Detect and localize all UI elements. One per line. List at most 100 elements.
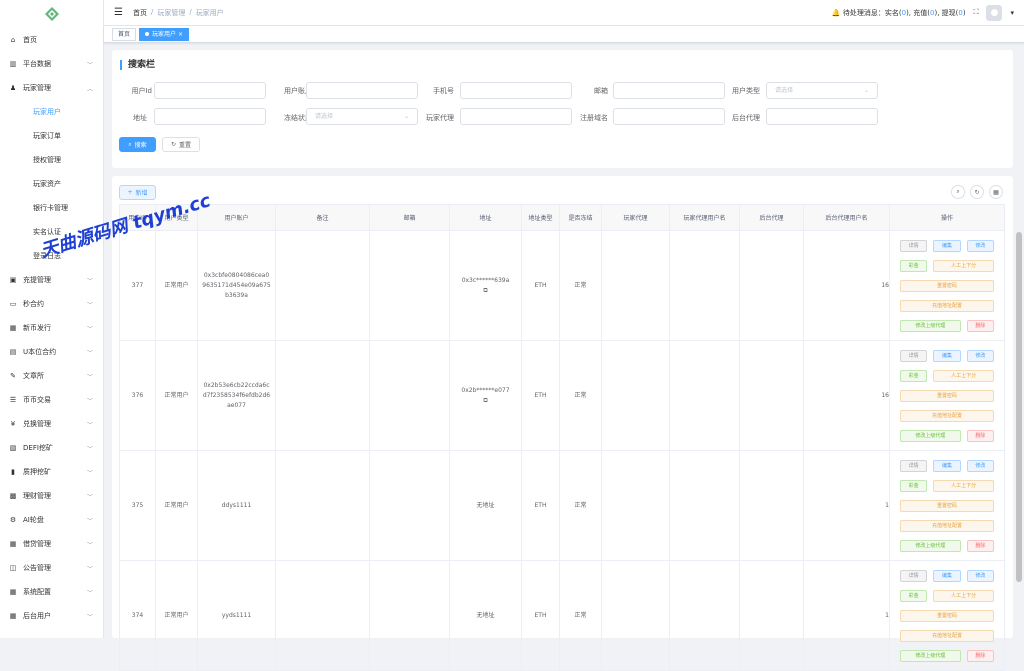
user-type-select[interactable]: 请选择 ⌄ [766, 82, 878, 99]
reset-password-button[interactable]: 重置密码 [900, 609, 994, 622]
manual-score-button[interactable]: 人工上下分 [933, 369, 994, 382]
cell-remark [275, 560, 370, 671]
avatar[interactable]: ● [986, 4, 1003, 21]
sidebar-item[interactable]: ▦ 后台用户 ﹀ [0, 604, 103, 628]
manual-score-button[interactable]: 人工上下分 [933, 259, 994, 272]
manual-score-button[interactable]: 人工上下分 [933, 479, 994, 492]
chevron-down-icon[interactable]: ▾ [1010, 9, 1014, 17]
edit-button[interactable]: 修改 [966, 349, 994, 362]
color-button[interactable]: 彩金 [900, 259, 928, 272]
pending-realname[interactable]: 实名(0) [885, 9, 909, 17]
sidebar-item[interactable]: ▥ 平台数据 ﹀ [0, 52, 103, 76]
user-id-input[interactable] [154, 82, 266, 99]
reset-button[interactable]: ↻ 重置 [162, 137, 200, 152]
user-account-input[interactable] [306, 82, 418, 99]
reset-password-button[interactable]: 重置密码 [900, 499, 994, 512]
sidebar-subitem[interactable]: 玩家资产 [0, 172, 103, 196]
color-button[interactable]: 彩金 [900, 479, 928, 492]
pending-messages[interactable]: 🔔 待处理消息：实名(0), 充值(0), 提现(0) [832, 8, 966, 18]
delete-button[interactable]: 删除 [966, 319, 994, 332]
email-input[interactable] [613, 82, 725, 99]
edit-button[interactable]: 修改 [966, 459, 994, 472]
change-agent-button[interactable]: 修改上级代理 [900, 429, 961, 442]
freeze-status-select[interactable]: 请选择 ⌄ [306, 108, 418, 125]
sidebar-subitem[interactable]: 玩家订单 [0, 124, 103, 148]
scrollbar[interactable] [1016, 232, 1022, 582]
edit-button[interactable]: 修改 [966, 569, 994, 582]
sidebar-item[interactable]: ▦ 借贷管理 ﹀ [0, 532, 103, 556]
sidebar-item[interactable]: ✎ 文章所 ﹀ [0, 364, 103, 388]
address-input[interactable] [154, 108, 266, 125]
close-icon[interactable]: × [178, 31, 183, 38]
group-button[interactable]: 编集 [933, 569, 961, 582]
sidebar-item[interactable]: ▦ 系统配置 ﹀ [0, 580, 103, 604]
color-button[interactable]: 彩金 [900, 369, 928, 382]
detail-button[interactable]: 详情 [900, 239, 928, 252]
register-domain-input[interactable] [613, 108, 725, 125]
search-button[interactable]: ⌕ 搜索 [119, 137, 156, 152]
delete-button[interactable]: 删除 [966, 539, 994, 552]
users-table: 用户ID 用户类型 用户账户 备注 邮箱 地址 地址类型 是否冻结 玩家代理 玩家代理用户名 后台代… [119, 204, 1005, 671]
delete-button[interactable]: 删除 [966, 429, 994, 442]
player-agent-input[interactable] [460, 108, 572, 125]
cell-address-type: ETH [521, 340, 560, 451]
fullscreen-icon[interactable]: ⛶ [974, 8, 979, 17]
sidebar-item[interactable]: ▦ 新币发行 ﹀ [0, 316, 103, 340]
sidebar-item[interactable]: ▩ 理财管理 ﹀ [0, 484, 103, 508]
sidebar-item[interactable]: ▧ DEFI挖矿 ﹀ [0, 436, 103, 460]
sidebar-item[interactable]: ⚙ AI轮盘 ﹀ [0, 508, 103, 532]
pending-withdraw[interactable]: 提现(0) [942, 9, 966, 17]
add-button[interactable]: + 新增 [119, 185, 156, 200]
sidebar-item-label: 首页 [23, 36, 37, 44]
copy-icon[interactable]: ⧉ [454, 286, 517, 296]
sidebar-item[interactable]: ♟ 玩家管理 ︿ [0, 76, 103, 100]
sidebar-item[interactable]: ▤ U本位合约 ﹀ [0, 340, 103, 364]
detail-button[interactable]: 详情 [900, 459, 928, 472]
change-agent-button[interactable]: 修改上级代理 [900, 319, 961, 332]
group-button[interactable]: 编集 [933, 349, 961, 362]
cell-admin-agent-name: 16 [803, 230, 890, 341]
cell-frozen: 正常 [559, 560, 602, 671]
change-agent-button[interactable]: 修改上级代理 [900, 649, 961, 662]
admin-agent-input[interactable] [766, 108, 878, 125]
detail-button[interactable]: 详情 [900, 349, 928, 362]
address-config-button[interactable]: 充值地址配置 [900, 409, 994, 422]
sidebar-item[interactable]: ▭ 秒合约 ﹀ [0, 292, 103, 316]
search-toggle-icon[interactable]: ⌕ [951, 185, 965, 199]
sidebar-item[interactable]: ¥ 兑换管理 ﹀ [0, 412, 103, 436]
group-button[interactable]: 编集 [933, 239, 961, 252]
reset-password-button[interactable]: 重置密码 [900, 279, 994, 292]
sidebar-item[interactable]: ⌂ 首页 [0, 28, 103, 52]
sidebar-subitem[interactable]: 玩家用户 [0, 100, 103, 124]
phone-input[interactable] [460, 82, 572, 99]
group-button[interactable]: 编集 [933, 459, 961, 472]
color-button[interactable]: 彩金 [900, 589, 928, 602]
sidebar-subitem[interactable]: 授权管理 [0, 148, 103, 172]
delete-button[interactable]: 删除 [966, 649, 994, 662]
refresh-icon[interactable]: ↻ [970, 185, 984, 199]
columns-icon[interactable]: ▦ [989, 185, 1003, 199]
manual-score-button[interactable]: 人工上下分 [933, 589, 994, 602]
address-config-button[interactable]: 充值地址配置 [900, 629, 994, 642]
sidebar-subitem[interactable]: 银行卡管理 [0, 196, 103, 220]
logo[interactable] [0, 0, 103, 28]
breadcrumb-item[interactable]: 首页 [133, 8, 147, 18]
copy-icon[interactable]: ⧉ [454, 396, 517, 406]
sidebar-item[interactable]: ◫ 公告管理 ﹀ [0, 556, 103, 580]
sidebar-item[interactable]: ▣ 充提管理 ﹀ [0, 268, 103, 292]
pending-recharge[interactable]: 充值(0) [913, 9, 937, 17]
sidebar-item[interactable]: ▮ 质押挖矿 ﹀ [0, 460, 103, 484]
change-agent-button[interactable]: 修改上级代理 [900, 539, 961, 552]
address-config-button[interactable]: 充值地址配置 [900, 299, 994, 312]
hamburger-icon[interactable]: ☰ [114, 7, 123, 18]
reset-password-button[interactable]: 重置密码 [900, 389, 994, 402]
settings-icon: ▦ [9, 588, 17, 596]
sidebar-item[interactable]: ☰ 币币交易 ﹀ [0, 388, 103, 412]
detail-button[interactable]: 详情 [900, 569, 928, 582]
wallet-icon: ▣ [9, 276, 17, 284]
address-config-button[interactable]: 充值地址配置 [900, 519, 994, 532]
tag-player-users[interactable]: 玩家用户 × [139, 27, 189, 41]
edit-button[interactable]: 修改 [966, 239, 994, 252]
sidebar-item-label: 兑换管理 [23, 420, 51, 428]
tag-home[interactable]: 首页 [112, 27, 137, 41]
